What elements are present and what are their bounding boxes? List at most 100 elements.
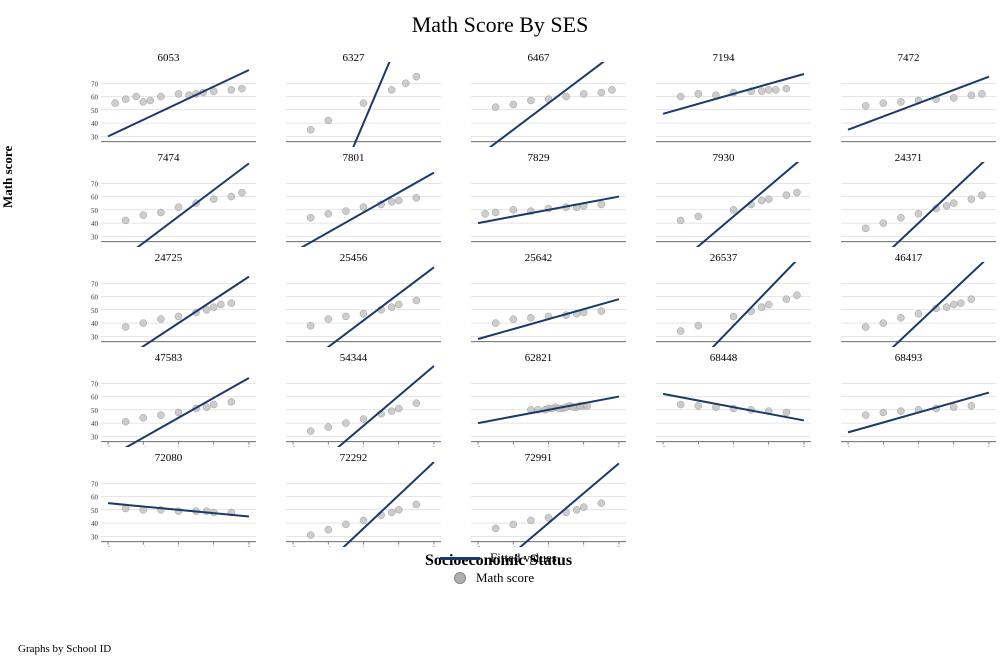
facet-cell: 46417 bbox=[816, 250, 1000, 350]
cell-chart bbox=[816, 62, 1000, 147]
svg-text:2: 2 bbox=[432, 446, 436, 447]
cell-chart: 70 60 50 40 30 bbox=[76, 162, 261, 247]
cell-chart bbox=[261, 262, 446, 347]
legend-math-score: Math score bbox=[440, 570, 557, 586]
cell-chart bbox=[816, 262, 1000, 347]
svg-text:-2: -2 bbox=[105, 546, 111, 547]
facet-cell: 7801 bbox=[261, 150, 446, 250]
facet-grid: 6053706050403063276467719474727474706050… bbox=[76, 50, 1000, 550]
facet-cell: 60537060504030 bbox=[76, 50, 261, 150]
svg-text:2: 2 bbox=[432, 546, 436, 547]
svg-text:-1: -1 bbox=[140, 546, 146, 547]
facet-cell: 26537 bbox=[631, 250, 816, 350]
facet-cell: 6327 bbox=[261, 50, 446, 150]
svg-text:-1: -1 bbox=[140, 446, 146, 447]
facet-cell: 25642 bbox=[446, 250, 631, 350]
facet-cell: 72292-2-1012 bbox=[261, 450, 446, 550]
svg-text:0: 0 bbox=[547, 546, 551, 547]
svg-text:0: 0 bbox=[917, 446, 921, 447]
svg-text:-2: -2 bbox=[475, 546, 481, 547]
svg-text:30: 30 bbox=[91, 533, 99, 541]
svg-text:2: 2 bbox=[617, 446, 621, 447]
svg-text:60: 60 bbox=[91, 194, 99, 202]
cell-chart: -2 -1 0 1 2 bbox=[261, 462, 446, 547]
facet-cell: 72991-2-1012 bbox=[446, 450, 631, 550]
svg-text:-1: -1 bbox=[880, 446, 886, 447]
svg-text:30: 30 bbox=[91, 333, 99, 341]
svg-text:40: 40 bbox=[91, 420, 99, 428]
facet-cell: 24371 bbox=[816, 150, 1000, 250]
svg-text:70: 70 bbox=[91, 480, 99, 488]
svg-text:50: 50 bbox=[91, 507, 99, 515]
legend-line-icon bbox=[440, 557, 480, 560]
cell-chart bbox=[631, 262, 816, 347]
cell-chart: -2-1012 bbox=[261, 362, 446, 447]
facet-cell: 720807060504030-2-1012 bbox=[76, 450, 261, 550]
facet-cell: 25456 bbox=[261, 250, 446, 350]
svg-text:30: 30 bbox=[91, 433, 99, 441]
svg-text:0: 0 bbox=[177, 446, 181, 447]
svg-text:-2: -2 bbox=[660, 446, 666, 447]
chart-grid: 6053706050403063276467719474727474706050… bbox=[36, 50, 1000, 570]
cell-chart bbox=[261, 62, 446, 147]
y-axis-label: Math score bbox=[0, 146, 16, 208]
svg-text:-2: -2 bbox=[475, 446, 481, 447]
main-container: Math Score By SES bbox=[0, 0, 1000, 44]
facet-cell: 7829 bbox=[446, 150, 631, 250]
cell-chart: -2-1012 bbox=[446, 462, 631, 547]
svg-text:70: 70 bbox=[91, 180, 99, 188]
svg-text:1: 1 bbox=[582, 446, 586, 447]
facet-cell: 68493-2-1012 bbox=[816, 350, 1000, 450]
legend-math-score-label: Math score bbox=[476, 570, 534, 586]
cell-chart bbox=[446, 162, 631, 247]
graphs-by-label: Graphs by School ID bbox=[18, 643, 111, 655]
svg-text:2: 2 bbox=[802, 446, 806, 447]
cell-chart: 70 60 50 40 30 bbox=[76, 262, 261, 347]
svg-text:-2: -2 bbox=[105, 446, 111, 447]
cell-chart: -2 -1 0 1 2 bbox=[631, 362, 816, 447]
svg-text:70: 70 bbox=[91, 380, 99, 388]
svg-text:40: 40 bbox=[91, 220, 99, 228]
cell-chart: 7060504030-2-1012 bbox=[76, 462, 261, 547]
svg-text:1: 1 bbox=[767, 446, 771, 447]
svg-text:1: 1 bbox=[397, 546, 401, 547]
svg-text:30: 30 bbox=[91, 133, 99, 141]
page-wrapper: Math Score By SES Math score 60537060504… bbox=[0, 0, 1000, 667]
svg-text:30: 30 bbox=[91, 233, 99, 241]
svg-text:50: 50 bbox=[91, 107, 99, 115]
svg-text:-1: -1 bbox=[325, 546, 331, 547]
svg-text:1: 1 bbox=[582, 546, 586, 547]
svg-text:40: 40 bbox=[91, 120, 99, 128]
legend: Fitted values Math score bbox=[440, 550, 557, 590]
cell-chart bbox=[261, 162, 446, 247]
svg-text:70: 70 bbox=[91, 80, 99, 88]
svg-text:0: 0 bbox=[732, 446, 736, 447]
svg-text:60: 60 bbox=[91, 294, 99, 302]
legend-fitted: Fitted values bbox=[440, 550, 557, 566]
svg-text:40: 40 bbox=[91, 320, 99, 328]
svg-text:0: 0 bbox=[547, 446, 551, 447]
cell-chart: -2-1012 bbox=[816, 362, 1000, 447]
svg-text:70: 70 bbox=[91, 280, 99, 288]
svg-text:-2: -2 bbox=[845, 446, 851, 447]
svg-text:-2: -2 bbox=[290, 546, 296, 547]
svg-text:2: 2 bbox=[247, 546, 251, 547]
svg-text:1: 1 bbox=[397, 446, 401, 447]
svg-text:-1: -1 bbox=[695, 446, 701, 447]
svg-text:0: 0 bbox=[362, 546, 366, 547]
facet-cell: 62821-2-1012 bbox=[446, 350, 631, 450]
cell-chart: 70 60 50 40 30 bbox=[76, 62, 261, 147]
facet-cell: 475837060504030-2-1012 bbox=[76, 350, 261, 450]
svg-text:60: 60 bbox=[91, 94, 99, 102]
svg-text:50: 50 bbox=[91, 307, 99, 315]
svg-text:-1: -1 bbox=[510, 446, 516, 447]
svg-text:60: 60 bbox=[91, 394, 99, 402]
svg-text:2: 2 bbox=[987, 446, 991, 447]
facet-cell: 7194 bbox=[631, 50, 816, 150]
legend-dot-icon bbox=[454, 572, 466, 584]
page-title: Math Score By SES bbox=[412, 0, 589, 44]
cell-chart bbox=[631, 62, 816, 147]
svg-text:50: 50 bbox=[91, 207, 99, 215]
facet-cell: 54344-2-1012 bbox=[261, 350, 446, 450]
svg-text:1: 1 bbox=[212, 546, 216, 547]
